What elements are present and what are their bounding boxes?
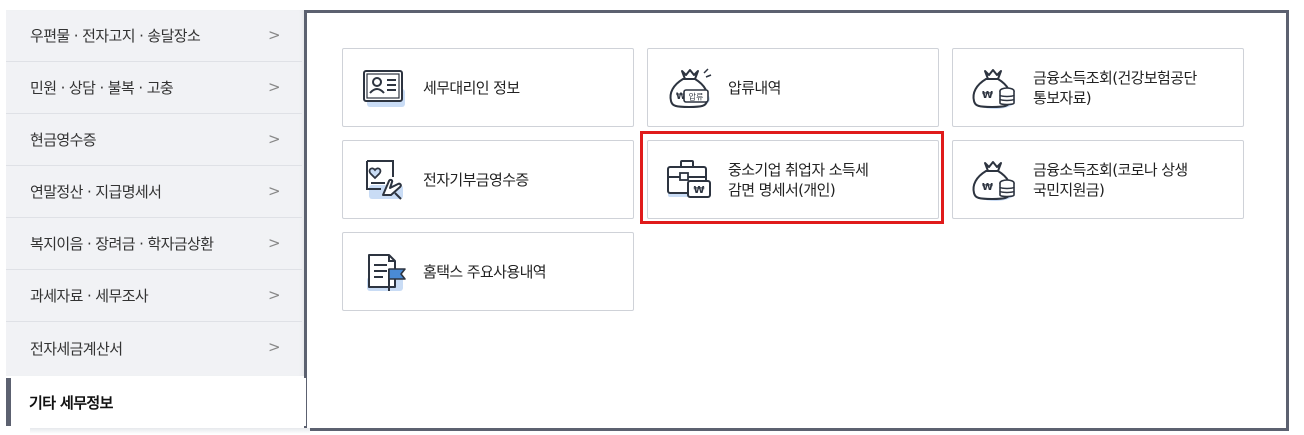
card-financial-income-covid[interactable]: ₩ 금융소득조회(코로나 상생 국민지원금): [952, 140, 1244, 219]
chevron-right-icon: >: [268, 26, 281, 44]
sidebar-item-tax-audit[interactable]: 과세자료 · 세무조사 >: [6, 270, 302, 322]
card-label: 금융소득조회(건강보험공단 통보자료): [1033, 68, 1197, 107]
money-bag-coins-icon: ₩: [972, 69, 1015, 109]
chevron-right-icon: >: [268, 338, 281, 356]
card-label: 세무대리인 정보: [423, 78, 520, 97]
card-hometax-usage-history[interactable]: 홈택스 주요사용내역: [342, 232, 634, 311]
sidebar-item-label: 민원 · 상담 · 불복 · 고충: [30, 79, 174, 97]
money-bag-seizure-icon: ₩ 압류: [669, 68, 712, 109]
chevron-right-icon: >: [268, 182, 281, 200]
sidebar-item-label: 연말정산 · 지급명세서: [30, 183, 162, 201]
card-label: 금융소득조회(코로나 상생 국민지원금): [1033, 160, 1188, 199]
sidebar-item-label: 기타 세무정보: [29, 393, 113, 412]
card-donation-receipt[interactable]: 전자기부금영수증: [342, 140, 634, 219]
sidebar-item-label: 과세자료 · 세무조사: [30, 287, 149, 305]
chevron-right-icon: >: [268, 130, 281, 148]
donation-receipt-icon: [366, 160, 403, 200]
sidebar-item-cash-receipt[interactable]: 현금영수증 >: [6, 114, 302, 166]
tab-shadow: [30, 428, 310, 434]
chevron-right-icon: >: [268, 234, 281, 252]
id-card-icon: [363, 70, 405, 107]
card-label: 전자기부금영수증: [423, 170, 529, 189]
sidebar-item-welfare[interactable]: 복지이음 · 장려금 · 학자금상환 >: [6, 218, 302, 270]
document-flag-icon: [367, 254, 406, 291]
card-label: 압류내역: [728, 78, 781, 97]
svg-text:₩: ₩: [982, 90, 993, 101]
sidebar-item-year-end[interactable]: 연말정산 · 지급명세서 >: [6, 166, 302, 218]
chevron-right-icon: >: [268, 78, 281, 96]
sidebar-item-civil[interactable]: 민원 · 상담 · 불복 · 고충 >: [6, 62, 302, 114]
money-bag-coins-icon: ₩: [972, 161, 1015, 201]
chevron-right-icon: >: [268, 286, 281, 304]
card-tax-agent-info[interactable]: 세무대리인 정보: [342, 48, 634, 127]
svg-text:압류: 압류: [689, 93, 704, 102]
svg-text:₩: ₩: [982, 182, 993, 193]
sidebar-item-label: 전자세금계산서: [30, 339, 123, 358]
sidebar-item-label: 우편물 · 전자고지 · 송달장소: [30, 27, 201, 45]
selection-highlight: [640, 131, 944, 224]
sidebar-item-label: 현금영수증: [30, 131, 97, 149]
sidebar-menu: 우편물 · 전자고지 · 송달장소 > 민원 · 상담 · 불복 · 고충 > …: [6, 10, 307, 376]
card-seizure-history[interactable]: ₩ 압류 압류내역: [647, 48, 939, 127]
sidebar-item-label: 복지이음 · 장려금 · 학자금상환: [30, 235, 214, 253]
card-label: 홈택스 주요사용내역: [423, 262, 547, 281]
sidebar-item-e-invoice[interactable]: 전자세금계산서 >: [6, 322, 302, 374]
sidebar-item-mail[interactable]: 우편물 · 전자고지 · 송달장소 >: [6, 10, 302, 62]
card-financial-income-health[interactable]: ₩ 금융소득조회(건강보험공단 통보자료): [952, 48, 1244, 127]
sidebar-item-other-tax-info[interactable]: 기타 세무정보: [6, 378, 306, 426]
